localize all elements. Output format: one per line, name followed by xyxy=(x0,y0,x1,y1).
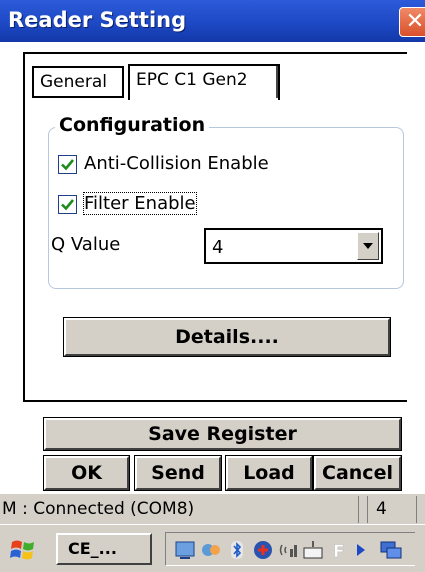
anti-collision-checkbox[interactable] xyxy=(58,155,77,174)
window-title: Reader Setting xyxy=(8,8,187,32)
title-bar: Reader Setting ✕ xyxy=(0,0,425,42)
network-icon[interactable] xyxy=(174,539,196,561)
details-button[interactable]: Details.... xyxy=(63,317,391,357)
q-value-selected: 4 xyxy=(212,237,224,258)
q-value-select[interactable]: 4 xyxy=(204,228,383,264)
filter-enable-checkbox[interactable] xyxy=(58,195,77,214)
keyboard-icon[interactable] xyxy=(302,539,324,561)
check-icon xyxy=(61,159,75,171)
tab-general[interactable]: General xyxy=(32,66,124,98)
save-register-button[interactable]: Save Register xyxy=(43,417,402,451)
close-button[interactable]: ✕ xyxy=(399,7,425,37)
tab-label: General xyxy=(40,72,107,92)
sync-icon[interactable] xyxy=(200,539,222,561)
signal-icon[interactable] xyxy=(278,539,300,561)
bluetooth-icon[interactable] xyxy=(226,539,248,561)
svg-text:F: F xyxy=(333,542,345,561)
load-button[interactable]: Load xyxy=(225,455,313,491)
rfid-icon[interactable] xyxy=(252,539,274,561)
close-icon: ✕ xyxy=(405,9,425,34)
system-tray: F xyxy=(165,532,415,566)
f-icon[interactable]: F xyxy=(328,539,350,561)
send-button[interactable]: Send xyxy=(134,455,222,491)
anti-collision-label: Anti-Collision Enable xyxy=(84,153,269,174)
start-windows-icon[interactable] xyxy=(8,534,38,564)
ok-button[interactable]: OK xyxy=(43,455,130,491)
task-button-ce[interactable]: CE_... xyxy=(56,533,152,565)
tab-label: EPC C1 Gen2 xyxy=(136,70,248,90)
cancel-button[interactable]: Cancel xyxy=(313,455,402,491)
taskbar: CE_... F xyxy=(0,524,425,572)
arrow-right-icon[interactable] xyxy=(350,539,372,561)
tab-divider-cover xyxy=(130,98,278,102)
dropdown-button[interactable] xyxy=(357,232,379,260)
q-value-label: Q Value xyxy=(51,234,121,255)
check-icon xyxy=(61,199,75,211)
connection-status: M : Connected (COM8) xyxy=(0,496,359,523)
desktop-icon[interactable] xyxy=(380,539,402,561)
tab-epc-c1-gen2[interactable]: EPC C1 Gen2 xyxy=(128,64,280,100)
configuration-title: Configuration xyxy=(55,114,210,136)
chevron-down-icon xyxy=(363,243,373,249)
status-bar: M : Connected (COM8) 4 xyxy=(0,493,425,525)
filter-enable-label: Filter Enable xyxy=(83,192,197,215)
status-value: 4 xyxy=(367,496,417,523)
